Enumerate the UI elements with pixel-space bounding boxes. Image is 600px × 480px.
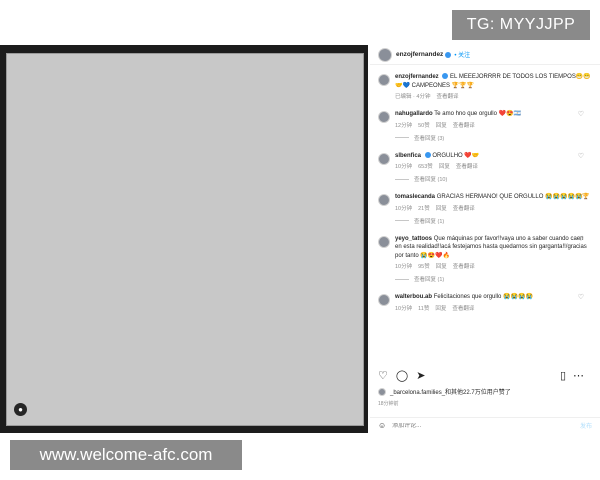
post-image-placeholder	[6, 53, 364, 426]
translate-link[interactable]: 查看翻译	[453, 264, 475, 270]
comment-username[interactable]: walterbou.ab	[395, 294, 432, 300]
like-comment-icon[interactable]: ♡	[578, 110, 584, 118]
comment-time: 10分钟	[395, 305, 413, 312]
comment-likes: 50赞	[418, 122, 430, 129]
tagged-people-icon[interactable]: ●	[14, 403, 27, 416]
translate-link[interactable]: 查看翻译	[436, 94, 458, 100]
more-options-icon[interactable]: ⋯	[573, 370, 584, 382]
comment-icon[interactable]: ◯	[396, 370, 408, 382]
share-icon[interactable]: ➤	[416, 370, 425, 382]
comment-item: yeyo_tattoos Que máquinas por favor!!vay…	[378, 235, 592, 283]
watermark-top: TG: MYYJJPP	[452, 10, 590, 40]
comment-avatar[interactable]	[378, 111, 390, 123]
comment-likes: 21赞	[418, 205, 430, 212]
post-photo[interactable]: ●	[6, 53, 364, 426]
verified-badge-icon	[445, 51, 452, 58]
comment-text: Te amo hno que orgullo ❤️😍🇦🇷	[434, 111, 522, 117]
comment-username[interactable]: yeyo_tattoos	[395, 236, 432, 242]
like-comment-icon[interactable]: ♡	[578, 193, 584, 201]
comment-item: nahugallardo Te amo hno que orgullo ❤️😍🇦…	[378, 110, 592, 142]
like-comment-icon[interactable]: ♡	[578, 293, 584, 301]
reply-button[interactable]: 回复	[436, 123, 447, 129]
reply-button[interactable]: 回复	[436, 206, 447, 212]
post-time: 18分钟前	[378, 401, 399, 407]
verified-badge-icon	[424, 151, 431, 158]
translate-link[interactable]: 查看翻译	[453, 206, 475, 212]
reply-button[interactable]: 回复	[439, 164, 450, 170]
comment-avatar[interactable]	[378, 194, 390, 206]
comment-item: enzojfernandez EL MEEEJORRRR DE TODOS LO…	[378, 73, 592, 100]
comment-text: GRACIAS HERMANO! QUE ORGULLO 😭😭😭😭😭🏆	[436, 194, 590, 200]
comment-likes: 95赞	[418, 264, 430, 270]
comment-likes: 653赞	[418, 164, 433, 170]
view-replies-link[interactable]: 查看回复 (1)	[395, 217, 591, 225]
reply-button[interactable]: 回复	[435, 306, 446, 312]
comment-time: 12分钟	[395, 122, 413, 129]
likes-summary[interactable]: _barcelona.families_和其他22.7万位用户赞了	[378, 387, 511, 396]
post-side-panel: enzojfernandez • 关注 enzojfernandez EL ME…	[370, 45, 600, 433]
author-avatar[interactable]	[378, 47, 392, 62]
follow-button[interactable]: • 关注	[454, 50, 470, 59]
post-header: enzojfernandez • 关注	[370, 45, 600, 65]
likes-text: _barcelona.families_和其他22.7万位用户赞了	[390, 390, 511, 396]
post-actions-bar: ♡ ◯ ➤ ▯ ⋯	[370, 367, 600, 385]
save-bookmark-icon[interactable]: ▯	[560, 370, 566, 382]
comment-time: 10分钟	[395, 164, 413, 170]
comment-avatar[interactable]	[378, 235, 390, 248]
comment-time: 10分钟	[395, 264, 413, 270]
translate-link[interactable]: 查看翻译	[452, 306, 474, 312]
reply-button[interactable]: 回复	[436, 264, 447, 270]
like-comment-icon[interactable]: ♡	[578, 152, 584, 160]
comment-avatar[interactable]	[378, 294, 390, 306]
comment-avatar[interactable]	[378, 74, 390, 86]
comment-item: slbenfica ORGULHO ❤️🤝 10分钟 653赞 回复 查看翻译 查看回…	[378, 151, 592, 183]
translate-link[interactable]: 查看翻译	[453, 123, 475, 129]
view-replies-link[interactable]: 查看回复 (1)	[395, 275, 591, 283]
comment-username[interactable]: tomaslecanda	[395, 194, 435, 200]
comment-item: tomaslecanda GRACIAS HERMANO! QUE ORGULL…	[378, 193, 592, 225]
view-replies-link[interactable]: 查看回复 (3)	[395, 134, 591, 142]
view-replies-link[interactable]: 查看回复 (10)	[395, 175, 591, 183]
comment-username[interactable]: nahugallardo	[395, 111, 433, 117]
comment-input[interactable]	[392, 422, 543, 429]
comment-likes: 11赞	[418, 305, 430, 312]
comment-item: walterbou.ab Felicitaciones que orgullo …	[378, 293, 592, 312]
translate-link[interactable]: 查看翻译	[456, 164, 478, 170]
comment-username[interactable]: enzojfernandez	[395, 74, 439, 80]
comment-time: 已编辑 · 4分钟	[395, 94, 431, 100]
post-comment-button[interactable]: 发布	[580, 421, 592, 430]
comment-text: Felicitaciones que orgullo 😭😭😭😭	[433, 294, 533, 300]
comment-username[interactable]: slbenfica	[395, 153, 421, 159]
post-photo-frame: ●	[0, 45, 368, 433]
like-comment-icon[interactable]: ♡	[578, 235, 584, 243]
verified-badge-icon	[442, 73, 449, 80]
add-comment-bar: ☺ 发布	[370, 417, 600, 433]
liker-avatar	[378, 387, 386, 396]
like-icon[interactable]: ♡	[378, 370, 388, 382]
comments-list[interactable]: enzojfernandez EL MEEEJORRRR DE TODOS LO…	[370, 69, 600, 369]
comment-avatar[interactable]	[378, 152, 390, 165]
emoji-icon[interactable]: ☺	[378, 421, 386, 430]
comment-time: 10分钟	[395, 205, 413, 212]
watermark-bottom: www.welcome-afc.com	[10, 440, 242, 470]
comment-text: ORGULHO ❤️🤝	[432, 152, 480, 159]
author-username[interactable]: enzojfernandez	[396, 51, 443, 58]
